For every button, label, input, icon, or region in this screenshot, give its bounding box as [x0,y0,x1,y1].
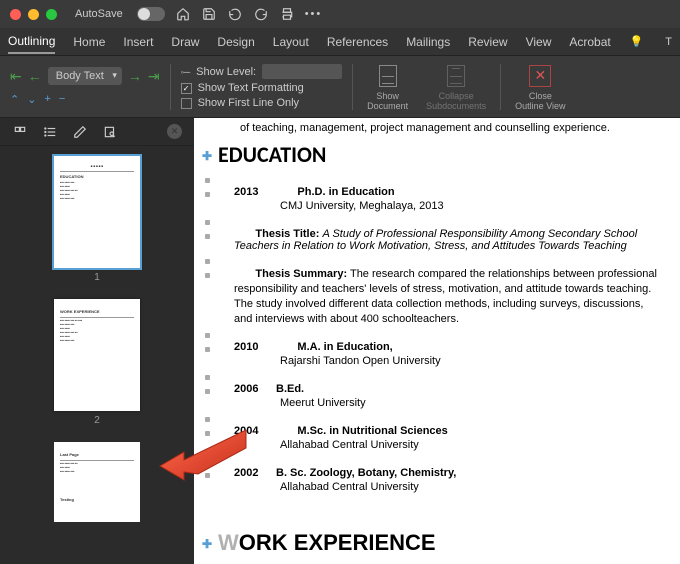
print-icon[interactable] [279,6,295,22]
expand-marker-icon[interactable]: ✚ [202,149,212,163]
tab-references[interactable]: References [327,31,388,53]
close-window-icon[interactable] [10,9,21,20]
expand-marker-icon[interactable]: ✚ [202,537,212,551]
show-first-line-checkbox[interactable] [181,98,192,109]
heading-work-experience: WORK EXPERIENCE [218,529,436,556]
thumbnails-view-icon[interactable] [12,124,28,140]
document-outline-area[interactable]: of teaching, management, project managem… [194,118,680,564]
tab-design[interactable]: Design [217,31,254,53]
demote-icon[interactable]: → [128,68,142,84]
tab-acrobat[interactable]: Acrobat [569,31,610,53]
window-controls [10,9,57,20]
maximize-window-icon[interactable] [46,9,57,20]
search-result-icon[interactable] [102,124,118,140]
tab-draw[interactable]: Draw [171,31,199,53]
show-level-select[interactable] [262,64,342,79]
home-icon[interactable] [175,6,191,22]
tell-me[interactable]: T [665,36,672,48]
edit-icon[interactable] [72,124,88,140]
promote-icon[interactable]: ← [28,68,42,84]
move-up-icon[interactable]: ⌃ [10,93,19,106]
redo-icon[interactable] [253,6,269,22]
autosave-label: AutoSave [75,8,123,20]
expand-icon[interactable]: + [44,93,50,106]
thumbnail-page-1[interactable]: ■ ■ ■ ■ ■EDUCATION■■■ ■■■■ ■■■■■■ ■■■■■■… [54,156,140,283]
heading-education: EDUCATION [218,141,326,168]
thumbnail-page-3[interactable]: Last Page■■■ ■■■■ ■■■ ■■■■■ ■■■■■■■ ■■■■… [54,442,140,522]
tab-outlining[interactable]: Outlining [8,30,55,54]
navigation-sidebar: ✕ ■ ■ ■ ■ ■EDUCATION■■■ ■■■■ ■■■■■■ ■■■■… [0,118,194,564]
move-down-icon[interactable]: ⌄ [27,93,36,106]
collapse-icon[interactable]: − [59,93,65,106]
ribbon: ⇤ ← Body Text → ⇥ ⌃ ⌄ + − ◦─Show Level: … [0,56,680,118]
close-outline-view-button[interactable]: ✕ Close Outline View [511,63,569,111]
close-sidebar-icon[interactable]: ✕ [167,124,182,139]
show-text-formatting-label: Show Text Formatting [198,82,304,94]
more-icon[interactable]: ••• [305,8,323,20]
minimize-window-icon[interactable] [28,9,39,20]
demote-to-body-icon[interactable]: ⇥ [148,68,160,85]
list-view-icon[interactable] [42,124,58,140]
collapse-subdocuments-button[interactable]: Collapse Subdocuments [422,63,490,111]
outline-level-select[interactable]: Body Text [48,67,122,85]
save-icon[interactable] [201,6,217,22]
tab-home[interactable]: Home [73,31,105,53]
show-first-line-label: Show First Line Only [198,97,299,109]
show-text-formatting-checkbox[interactable] [181,83,192,94]
tab-review[interactable]: Review [468,31,507,53]
undo-icon[interactable] [227,6,243,22]
tab-insert[interactable]: Insert [123,31,153,53]
ribbon-tabs: Outlining Home Insert Draw Design Layout… [0,28,680,56]
autosave-toggle[interactable] [137,7,165,21]
show-level-label: Show Level: [196,66,256,78]
thumbnail-page-2[interactable]: WORK EXPERIENCE■■■ ■■■■ ■■■ ■■ ■■■■■■ ■■… [54,299,140,426]
tab-layout[interactable]: Layout [273,31,309,53]
main-area: ✕ ■ ■ ■ ■ ■EDUCATION■■■ ■■■■ ■■■■■■ ■■■■… [0,118,680,564]
show-document-button[interactable]: Show Document [363,63,412,111]
promote-to-heading1-icon[interactable]: ⇤ [10,68,22,85]
body-text: of teaching, management, project managem… [240,122,662,134]
tab-mailings[interactable]: Mailings [406,31,450,53]
title-bar: AutoSave ••• [0,0,680,28]
tab-view[interactable]: View [526,31,552,53]
lightbulb-icon[interactable]: 💡 [630,35,644,48]
